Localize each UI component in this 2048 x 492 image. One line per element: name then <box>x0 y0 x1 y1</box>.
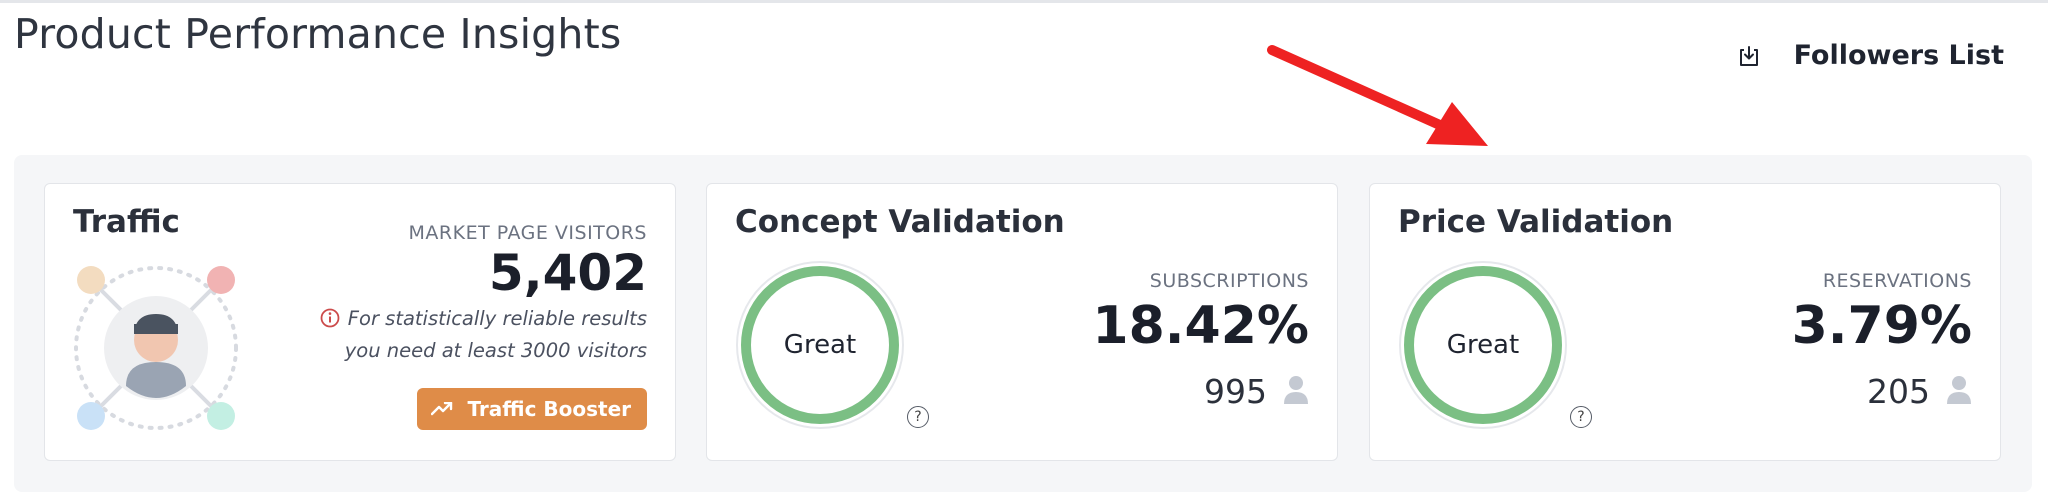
statistical-warning: For statistically reliable results you n… <box>320 304 647 365</box>
arrow-annotation-icon <box>1260 40 1500 164</box>
reservations-count-value: 205 <box>1867 372 1930 411</box>
followers-list-label: Followers List <box>1793 40 2004 71</box>
price-rating: Great <box>1446 330 1520 360</box>
traffic-title: Traffic <box>73 204 180 240</box>
visitors-value: 5,402 <box>488 244 647 302</box>
warning-line-1: For statistically reliable results <box>347 307 647 330</box>
concept-title: Concept Validation <box>735 204 1065 240</box>
trend-up-icon <box>431 397 453 421</box>
followers-list-button[interactable]: Followers List <box>1738 40 2004 71</box>
price-title: Price Validation <box>1398 204 1674 240</box>
reservations-value: 3.79% <box>1791 296 1972 356</box>
traffic-booster-label: Traffic Booster <box>467 397 631 421</box>
warning-line-2: you need at least 3000 visitors <box>344 339 647 362</box>
info-icon <box>320 307 340 336</box>
price-validation-card: Price Validation Great ? RESERVATIONS 3.… <box>1369 183 2001 461</box>
user-icon <box>1283 375 1309 409</box>
concept-rating-ring: Great <box>735 260 905 430</box>
avatar-network-illustration <box>71 258 241 442</box>
user-icon <box>1946 375 1972 409</box>
reservations-label: RESERVATIONS <box>1822 270 1972 292</box>
subscriptions-label: SUBSCRIPTIONS <box>1149 270 1309 292</box>
subscriptions-value: 18.42% <box>1092 296 1309 356</box>
download-icon <box>1738 45 1760 67</box>
visitors-label: MARKET PAGE VISITORS <box>408 222 647 244</box>
page-title: Product Performance Insights <box>14 10 622 58</box>
traffic-booster-button[interactable]: Traffic Booster <box>417 388 647 430</box>
reservations-count: 205 <box>1867 372 1972 411</box>
traffic-card: Traffic MARKET PAGE VISITORS 5,402 For s… <box>44 183 676 461</box>
concept-help-icon[interactable]: ? <box>907 406 929 428</box>
price-rating-ring: Great <box>1398 260 1568 430</box>
concept-validation-card: Concept Validation Great ? SUBSCRIPTIONS… <box>706 183 1338 461</box>
price-help-icon[interactable]: ? <box>1570 406 1592 428</box>
concept-rating: Great <box>783 330 857 360</box>
subscribers-count-value: 995 <box>1204 372 1267 411</box>
subscribers-count: 995 <box>1204 372 1309 411</box>
top-divider <box>0 0 2048 3</box>
